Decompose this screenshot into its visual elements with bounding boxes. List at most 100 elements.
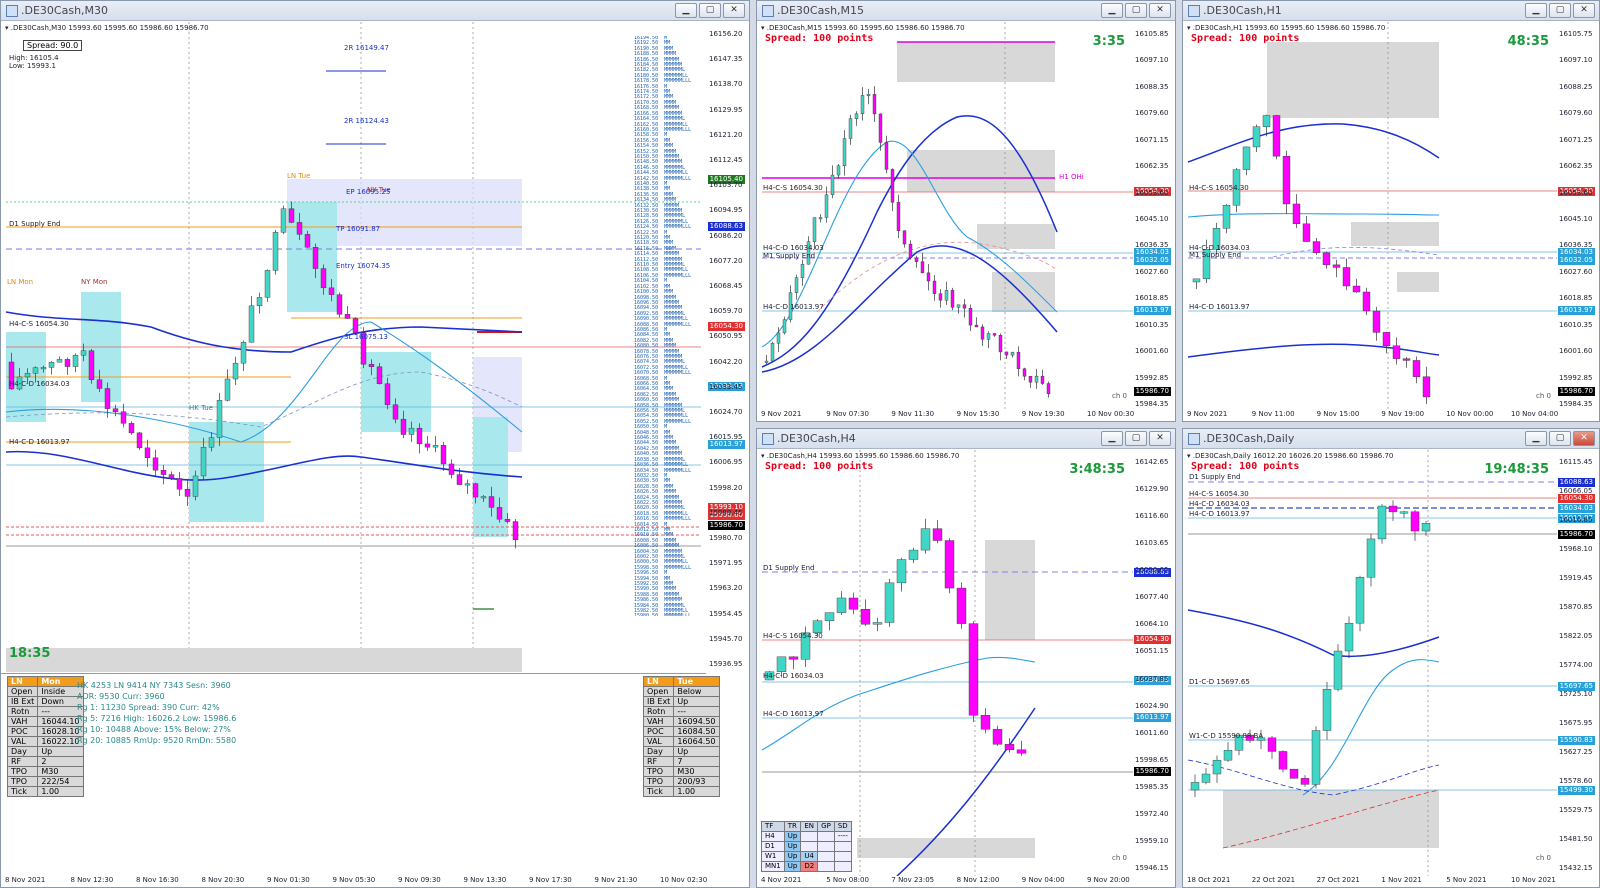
- close-button[interactable]: ✕: [1573, 3, 1595, 18]
- chart-area[interactable]: ▾ .DE30Cash,M15 15993.60 15995.60 15986.…: [757, 22, 1175, 421]
- table-cell: Up: [673, 696, 720, 707]
- time-axis[interactable]: 9 Nov 2021 9 Nov 11:00 9 Nov 15:00 9 Nov 19…: [1183, 409, 1558, 421]
- candle-body: [1190, 782, 1200, 791]
- candle-body: [320, 268, 327, 289]
- time-tick-label: 9 Nov 15:00: [1316, 410, 1360, 418]
- price-axis[interactable]: 16142.65 16129.90 16116.60 16103.65 16090.65…: [1131, 450, 1175, 876]
- window-titlebar[interactable]: .DE30Cash,Daily ▁ ▢ ✕: [1183, 429, 1599, 449]
- entry-label: Entry 16074.35: [336, 262, 391, 270]
- chart-area[interactable]: ▾ .DE30Cash,H1 15993.60 15995.60 15986.6…: [1183, 22, 1599, 421]
- price-tick-label: 16094.95: [709, 206, 743, 215]
- minimize-button[interactable]: ▁: [675, 3, 697, 18]
- h1-price-chart[interactable]: [1183, 22, 1557, 412]
- table-cell: [817, 861, 835, 872]
- maximize-button[interactable]: ▢: [1125, 3, 1147, 18]
- window-titlebar[interactable]: .DE30Cash,M30 ▁ ▢ ✕: [1, 1, 749, 21]
- tpo-letter-column: 16194.50 M 16192.50 MM 16190.50 MMM 1618…: [634, 36, 692, 616]
- maximize-button[interactable]: ▢: [1549, 3, 1571, 18]
- price-axis[interactable]: 16156.20 16147.35 16138.70 16129.95 16121.20…: [705, 22, 749, 672]
- minimize-button[interactable]: ▁: [1101, 3, 1123, 18]
- time-axis[interactable]: 4 Nov 2021 5 Nov 08:00 7 Nov 23:05 8 Nov 12…: [757, 875, 1133, 887]
- maximize-button[interactable]: ▢: [1549, 431, 1571, 446]
- price-axis[interactable]: 16115.45 16066.05 16016.85 15968.10 15919.45…: [1555, 450, 1599, 876]
- candle-body: [344, 314, 351, 319]
- price-tick-label: 15984.35: [1559, 400, 1593, 408]
- candle-body: [88, 350, 95, 380]
- table-cell: IB Ext: [6, 696, 39, 707]
- candle-body: [200, 447, 207, 477]
- close-button[interactable]: ✕: [1573, 431, 1595, 446]
- time-tick-label: 9 Nov 19:00: [1381, 410, 1425, 418]
- maximize-button[interactable]: ▢: [699, 3, 721, 18]
- close-button[interactable]: ✕: [1149, 431, 1171, 446]
- candle-body: [488, 496, 495, 508]
- price-axis[interactable]: 16105.75 16097.10 16088.25 16079.60 16071.25…: [1555, 22, 1599, 412]
- h4-price-chart[interactable]: [757, 450, 1133, 876]
- candle-body: [72, 354, 79, 367]
- close-button[interactable]: ✕: [1149, 3, 1171, 18]
- d1-supply-label: D1 Supply End: [1189, 473, 1241, 481]
- sl-label: SL 16075.13: [344, 333, 388, 341]
- time-axis[interactable]: 8 Nov 2021 8 Nov 12:30 8 Nov 16:30 8 Nov 20…: [1, 875, 707, 887]
- price-axis[interactable]: 16105.85 16097.10 16088.35 16079.60 16071.15…: [1131, 22, 1175, 412]
- time-axis[interactable]: 9 Nov 2021 9 Nov 07:30 9 Nov 11:30 9 Nov 15…: [757, 409, 1134, 421]
- table-row: TPO M30: [642, 766, 720, 777]
- price-tick-label: 16129.90: [1135, 485, 1169, 494]
- chart-area[interactable]: ▾ .DE30Cash,M30 15993.60 15995.60 15986.…: [1, 22, 749, 887]
- candle-body: [884, 142, 889, 170]
- table-cell: Below: [673, 686, 720, 697]
- candle-body: [128, 423, 135, 434]
- candle-body: [968, 623, 979, 716]
- table-cell: RF: [642, 756, 675, 767]
- table-cell: 200/93: [673, 776, 720, 787]
- maximize-button[interactable]: ▢: [1125, 431, 1147, 446]
- candle-body: [1300, 778, 1310, 785]
- minimize-button[interactable]: ▁: [1525, 431, 1547, 446]
- candle-body: [1046, 383, 1051, 395]
- candle-body: [836, 165, 841, 176]
- price-tick-label: 16006.95: [709, 458, 743, 467]
- chart-window-h4[interactable]: .DE30Cash,H4 ▁ ▢ ✕ ▾ .DE30Cash,H4 15993.…: [756, 428, 1176, 888]
- window-titlebar[interactable]: .DE30Cash,H4 ▁ ▢ ✕: [757, 429, 1175, 449]
- minimize-button[interactable]: ▁: [1101, 431, 1123, 446]
- h4cs-label: H4-C-S 16054.30: [763, 632, 823, 640]
- table-head: GP: [817, 821, 835, 832]
- chart-window-m15[interactable]: .DE30Cash,M15 ▁ ▢ ✕ ▾ .DE30Cash,M15 1599…: [756, 0, 1176, 422]
- candle-body: [872, 94, 877, 115]
- chart-area[interactable]: ▾ .DE30Cash,H4 15993.60 15995.60 15986.6…: [757, 450, 1175, 887]
- time-axis[interactable]: 18 Oct 2021 22 Oct 2021 27 Oct 2021 1 Nov 2…: [1183, 875, 1557, 887]
- chart-area[interactable]: ▾ .DE30Cash,Daily 16012.20 16026.20 1598…: [1183, 450, 1599, 887]
- close-button[interactable]: ✕: [723, 3, 745, 18]
- candle-body: [776, 656, 787, 672]
- minimize-button[interactable]: ▁: [1525, 3, 1547, 18]
- price-tick-label: 15432.15: [1559, 864, 1593, 872]
- ep-label: EP 16095.25: [346, 188, 391, 196]
- candle-body: [376, 366, 383, 384]
- candle-body: [1332, 264, 1341, 268]
- time-tick-label: 8 Nov 2021: [5, 876, 46, 884]
- chart-window-daily[interactable]: .DE30Cash,Daily ▁ ▢ ✕ ▾ .DE30Cash,Daily …: [1182, 428, 1600, 888]
- price-tick-label: 16045.10: [1135, 215, 1169, 223]
- price-tick-label: 16142.65: [1135, 458, 1169, 466]
- chart-window-m30[interactable]: .DE30Cash,M30 ▁ ▢ ✕ ▾ .DE30Cash,M30 1599…: [0, 0, 750, 888]
- window-title: .DE30Cash,H1: [1203, 4, 1282, 17]
- price-tick-label: 16010.35: [1559, 320, 1593, 329]
- candle-body: [896, 559, 907, 584]
- candle-body: [992, 729, 1003, 745]
- price-tick-label: 16051.15: [1135, 647, 1169, 656]
- d1-supply-label: D1 Supply End: [763, 564, 815, 572]
- window-titlebar[interactable]: .DE30Cash,M15 ▁ ▢ ✕: [757, 1, 1175, 21]
- m15-price-chart[interactable]: [757, 22, 1133, 412]
- chart-window-h1[interactable]: .DE30Cash,H1 ▁ ▢ ✕ ▾ .DE30Cash,H1 15993.…: [1182, 0, 1600, 422]
- candle-body: [878, 113, 883, 143]
- candle-body: [860, 609, 871, 625]
- candle-body: [328, 287, 335, 295]
- window-titlebar[interactable]: .DE30Cash,H1 ▁ ▢ ✕: [1183, 1, 1599, 21]
- table-row: TPO 222/54: [6, 776, 84, 787]
- price-tick-label: 16097.10: [1135, 56, 1169, 65]
- candle-body: [1402, 358, 1411, 361]
- candle-body: [112, 408, 119, 412]
- table-cell: TPO: [6, 766, 39, 777]
- table-cell: Tick: [642, 786, 675, 797]
- candle-body: [1372, 310, 1381, 333]
